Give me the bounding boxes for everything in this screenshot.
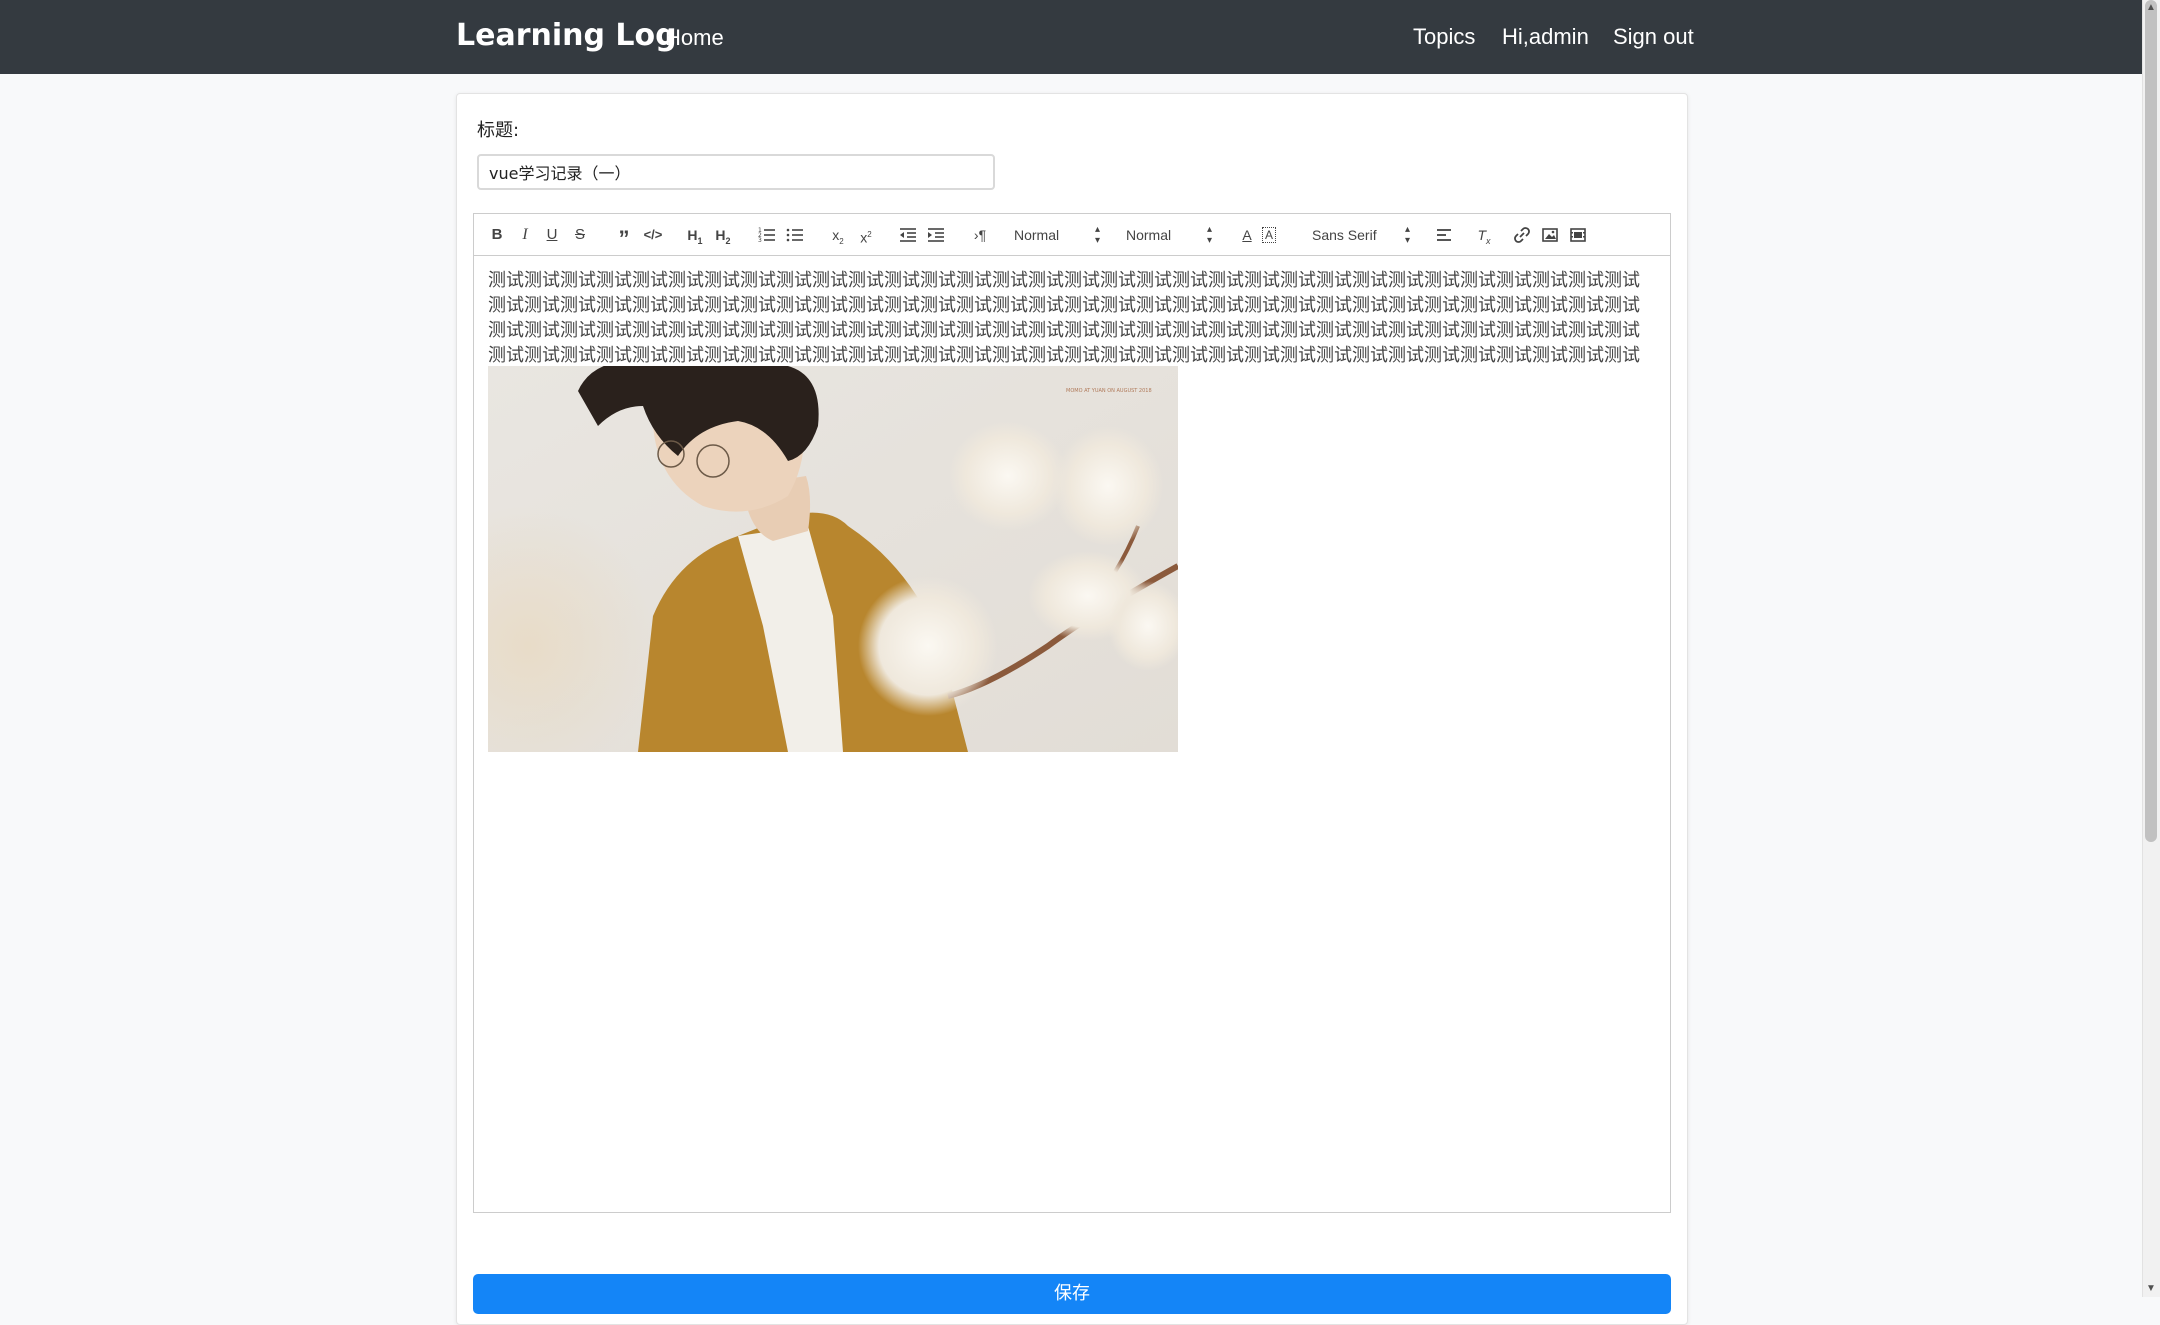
picker-arrows-icon: ▴ ▾ (1094, 224, 1100, 246)
header-picker[interactable]: Normal ▴ ▾ (1014, 224, 1100, 246)
header1-icon[interactable]: H1 (684, 224, 706, 246)
navbar: Learning Log Home Topics Hi,admin Sign o… (0, 0, 2142, 74)
nav-topics-link[interactable]: Topics (1413, 24, 1475, 50)
content-photo: MOMO AT YUAN ON AUGUST 2018 (488, 366, 1178, 752)
svg-text:3: 3 (758, 237, 762, 244)
scroll-down-icon[interactable]: ▼ (2145, 1282, 2157, 1296)
text-direction-icon[interactable]: ›¶ (969, 224, 991, 246)
photo-caption: MOMO AT YUAN ON AUGUST 2018 (1066, 388, 1152, 394)
superscript-icon[interactable]: x2 (855, 224, 877, 246)
underline-icon[interactable]: U (543, 224, 561, 246)
clear-format-icon[interactable]: Tx (1474, 224, 1494, 246)
rich-text-editor: B I U S ” </> H1 H2 123 x2 x2 ›¶ Normal … (473, 213, 1671, 1213)
italic-icon[interactable]: I (516, 224, 534, 246)
save-button[interactable]: 保存 (473, 1274, 1671, 1314)
blockquote-icon[interactable]: ” (614, 224, 634, 251)
nav-user-greeting[interactable]: Hi,admin (1502, 24, 1589, 50)
subscript-icon[interactable]: x2 (827, 224, 849, 246)
scrollbar-thumb[interactable] (2145, 0, 2157, 842)
header2-icon[interactable]: H2 (712, 224, 734, 246)
bullet-list-icon[interactable] (785, 224, 805, 246)
align-icon[interactable] (1435, 224, 1455, 246)
image-icon[interactable] (1540, 224, 1560, 246)
background-color-icon[interactable]: A (1260, 224, 1278, 246)
ordered-list-icon[interactable]: 123 (757, 224, 777, 246)
outdent-icon[interactable] (898, 224, 918, 246)
strike-icon[interactable]: S (571, 224, 589, 246)
font-picker[interactable]: Sans Serif ▴ ▾ (1312, 224, 1410, 246)
picker-arrows-icon: ▴ ▾ (1206, 224, 1212, 246)
picker-arrows-icon: ▴ ▾ (1404, 224, 1410, 246)
header-picker-label: Normal (1014, 227, 1060, 243)
brand-link[interactable]: Learning Log (456, 18, 677, 53)
link-icon[interactable] (1512, 224, 1532, 246)
entry-form-card: 标题: B I U S ” </> H1 H2 123 x2 x2 (456, 93, 1688, 1325)
title-label: 标题: (477, 120, 520, 141)
text-color-icon[interactable]: A (1238, 224, 1256, 246)
font-picker-label: Sans Serif (1312, 227, 1377, 243)
scroll-up-icon[interactable]: ▲ (2145, 1, 2157, 15)
video-icon[interactable] (1568, 224, 1588, 246)
editor-toolbar: B I U S ” </> H1 H2 123 x2 x2 ›¶ Normal … (474, 214, 1670, 256)
nav-home-link[interactable]: Home (665, 25, 724, 51)
nav-signout-link[interactable]: Sign out (1613, 24, 1694, 50)
code-block-icon[interactable]: </> (642, 224, 664, 246)
size-picker-label: Normal (1126, 227, 1172, 243)
title-input[interactable] (477, 154, 995, 190)
size-picker[interactable]: Normal ▴ ▾ (1126, 224, 1212, 246)
bold-icon[interactable]: B (488, 224, 506, 246)
indent-icon[interactable] (926, 224, 946, 246)
